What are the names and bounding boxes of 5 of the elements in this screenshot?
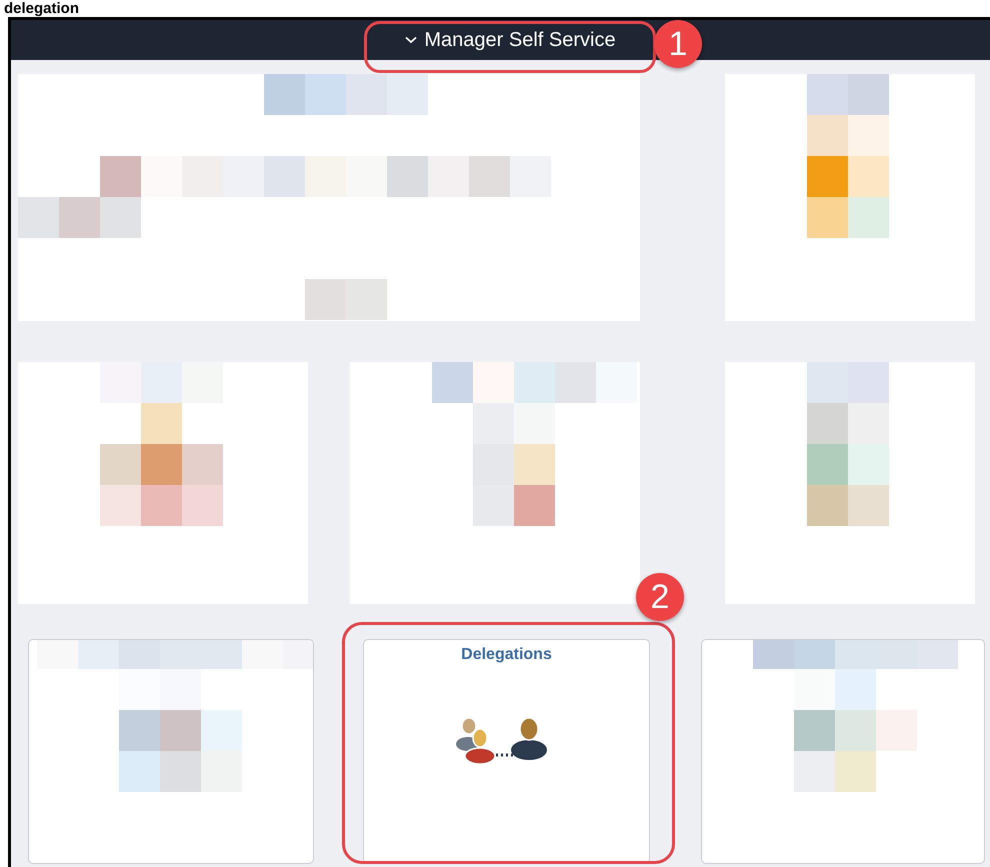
chevron-down-icon <box>405 36 418 44</box>
tile-title: Delegations <box>461 646 552 664</box>
delegations-tile[interactable]: Delegations <box>363 639 650 864</box>
page-heading: delegation <box>3 0 80 17</box>
section-title-button[interactable]: Manager Self Service <box>395 24 626 56</box>
